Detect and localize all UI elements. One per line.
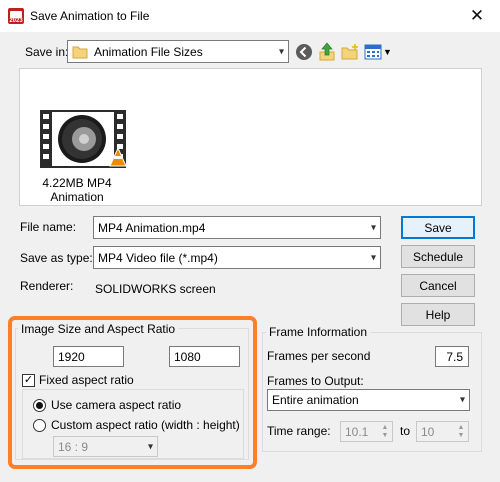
view-menu-button[interactable]: ▼: [364, 43, 392, 61]
back-icon[interactable]: [295, 43, 313, 61]
folder-icon: [72, 46, 88, 58]
up-folder-icon[interactable]: [318, 42, 336, 62]
save-as-type-value: MP4 Video file (*.mp4): [98, 250, 218, 265]
close-icon: ✕: [469, 6, 485, 25]
time-range-label: Time range:: [267, 424, 331, 438]
save-as-type-combo[interactable]: MP4 Video file (*.mp4) ▾: [93, 246, 381, 269]
frames-output-label: Frames to Output:: [267, 374, 364, 388]
save-in-combo[interactable]: Animation File Sizes ▾: [67, 40, 289, 63]
highlight-box: [8, 316, 257, 469]
file-item-label-line1: 4.22MB MP4: [42, 176, 112, 190]
help-button[interactable]: Help: [401, 303, 475, 326]
view-menu-icon: [364, 44, 382, 60]
spinner-icon[interactable]: ▲ ▼: [454, 422, 468, 441]
chevron-down-icon: ▾: [370, 252, 376, 263]
file-item[interactable]: 4.22MB MP4 Animation: [30, 108, 127, 204]
frame-info-title: Frame Information: [266, 325, 371, 339]
save-button[interactable]: Save: [401, 216, 475, 239]
chevron-down-icon: ▼: [383, 47, 392, 57]
save-in-folder-name: Animation File Sizes: [94, 44, 203, 59]
time-range-from-input[interactable]: 10.1 ▲ ▼: [340, 421, 393, 442]
time-range-to-input[interactable]: 10 ▲ ▼: [416, 421, 469, 442]
file-item-label-line2: Animation: [50, 190, 104, 204]
window-title: Save Animation to File: [30, 9, 150, 23]
schedule-button[interactable]: Schedule: [401, 245, 475, 268]
save-in-label: Save in:: [25, 45, 69, 59]
renderer-label: Renderer:: [20, 279, 74, 293]
file-name-value: MP4 Animation.mp4: [98, 220, 206, 235]
cancel-button[interactable]: Cancel: [401, 274, 475, 297]
save-as-type-label: Save as type:: [20, 251, 93, 265]
chevron-down-icon: ▾: [278, 46, 284, 57]
fps-input[interactable]: 7.5: [435, 346, 469, 367]
time-range-to-label: to: [400, 424, 411, 438]
spinner-icon[interactable]: ▲ ▼: [378, 422, 392, 441]
frames-output-combo[interactable]: Entire animation ▾: [267, 389, 470, 411]
video-file-icon: [40, 110, 127, 168]
app-icon: 2023: [8, 8, 24, 24]
file-name-field[interactable]: MP4 Animation.mp4 ▾: [93, 216, 381, 239]
fps-label: Frames per second: [267, 349, 371, 363]
new-folder-icon[interactable]: [341, 43, 359, 61]
frames-output-value: Entire animation: [272, 393, 359, 407]
close-button[interactable]: ✕: [454, 0, 500, 32]
file-name-label: File name:: [20, 220, 77, 234]
chevron-down-icon: ▾: [459, 394, 465, 406]
renderer-value: SOLIDWORKS screen: [95, 282, 216, 296]
chevron-down-icon: ▾: [370, 222, 376, 233]
